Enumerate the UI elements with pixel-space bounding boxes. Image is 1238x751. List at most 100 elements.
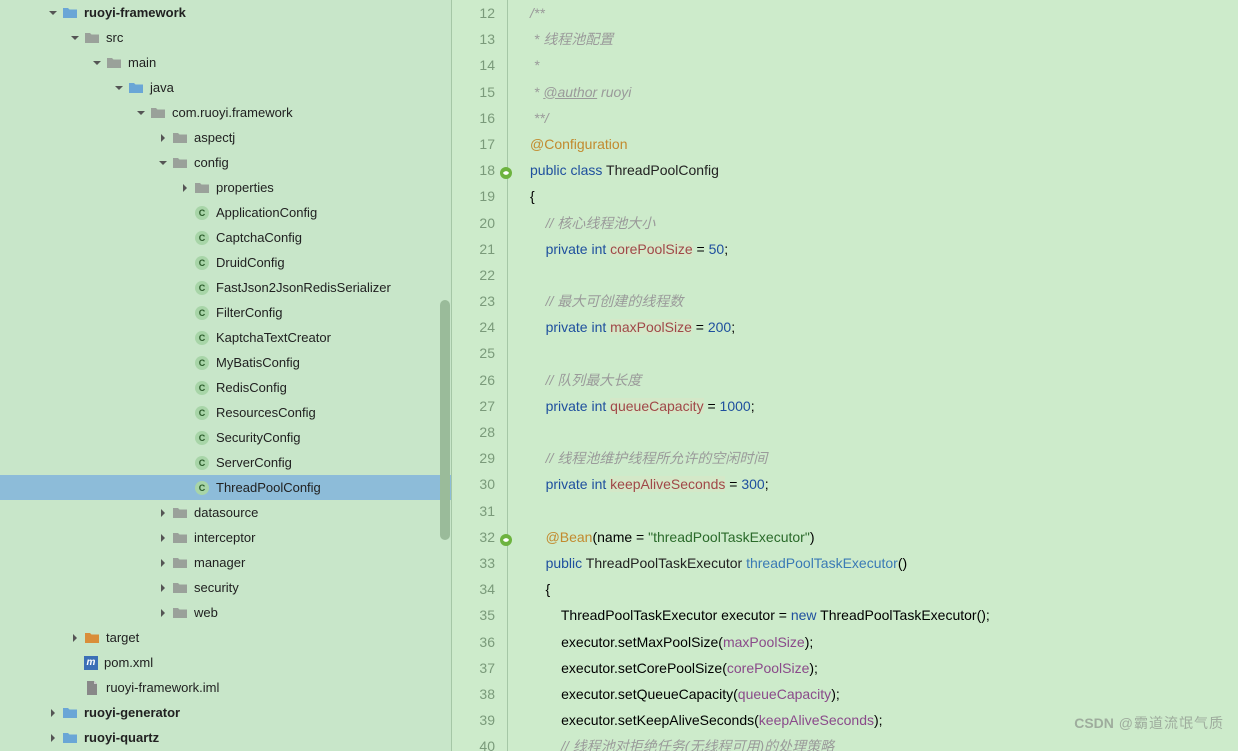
chevron-icon[interactable]: [154, 129, 172, 147]
chevron-icon[interactable]: [88, 54, 106, 72]
tree-item[interactable]: CFilterConfig: [0, 300, 451, 325]
chevron-icon[interactable]: [176, 479, 194, 497]
chevron-icon[interactable]: [176, 454, 194, 472]
tree-item[interactable]: CResourcesConfig: [0, 400, 451, 425]
code-line[interactable]: // 核心线程池大小: [530, 210, 1238, 236]
tree-item[interactable]: java: [0, 75, 451, 100]
code-line[interactable]: {: [530, 183, 1238, 209]
spring-bean-icon[interactable]: [499, 529, 513, 543]
chevron-icon[interactable]: [176, 429, 194, 447]
line-number: 34: [452, 576, 495, 602]
chevron-icon[interactable]: [154, 504, 172, 522]
code-line[interactable]: *: [530, 52, 1238, 78]
code-line[interactable]: private int corePoolSize = 50;: [530, 236, 1238, 262]
folder-icon: [194, 180, 210, 196]
line-number: 29: [452, 445, 495, 471]
chevron-icon[interactable]: [176, 254, 194, 272]
tree-item[interactable]: CCaptchaConfig: [0, 225, 451, 250]
code-line[interactable]: * @author ruoyi: [530, 79, 1238, 105]
code-line[interactable]: @Bean(name = "threadPoolTaskExecutor"): [530, 524, 1238, 550]
chevron-icon[interactable]: [176, 329, 194, 347]
code-line[interactable]: private int maxPoolSize = 200;: [530, 314, 1238, 340]
code-line[interactable]: ThreadPoolTaskExecutor executor = new Th…: [530, 602, 1238, 628]
tree-item[interactable]: datasource: [0, 500, 451, 525]
chevron-icon[interactable]: [176, 304, 194, 322]
chevron-icon[interactable]: [44, 704, 62, 722]
chevron-icon[interactable]: [154, 579, 172, 597]
code-line[interactable]: public class ThreadPoolConfig: [530, 157, 1238, 183]
tree-item[interactable]: com.ruoyi.framework: [0, 100, 451, 125]
tree-item[interactable]: CRedisConfig: [0, 375, 451, 400]
tree-item[interactable]: interceptor: [0, 525, 451, 550]
tree-item[interactable]: ruoyi-framework.iml: [0, 675, 451, 700]
code-line[interactable]: // 队列最大长度: [530, 367, 1238, 393]
code-line[interactable]: /**: [530, 0, 1238, 26]
chevron-icon[interactable]: [44, 729, 62, 747]
tree-item[interactable]: CServerConfig: [0, 450, 451, 475]
code-line[interactable]: [530, 262, 1238, 288]
chevron-icon[interactable]: [154, 529, 172, 547]
chevron-icon[interactable]: [44, 4, 62, 22]
chevron-icon[interactable]: [110, 79, 128, 97]
chevron-icon[interactable]: [154, 554, 172, 572]
chevron-icon[interactable]: [176, 179, 194, 197]
tree-item[interactable]: aspectj: [0, 125, 451, 150]
tree-item[interactable]: main: [0, 50, 451, 75]
chevron-icon[interactable]: [154, 604, 172, 622]
chevron-icon[interactable]: [176, 229, 194, 247]
tree-item[interactable]: CDruidConfig: [0, 250, 451, 275]
chevron-icon[interactable]: [66, 679, 84, 697]
chevron-icon[interactable]: [176, 279, 194, 297]
code-line[interactable]: * 线程池配置: [530, 26, 1238, 52]
code-line[interactable]: // 线程池维护线程所允许的空闲时间: [530, 445, 1238, 471]
tree-item[interactable]: CFastJson2JsonRedisSerializer: [0, 275, 451, 300]
code-area[interactable]: /** * 线程池配置 * * @author ruoyi **/@Config…: [508, 0, 1238, 751]
chevron-icon[interactable]: [66, 29, 84, 47]
code-line[interactable]: private int keepAliveSeconds = 300;: [530, 471, 1238, 497]
chevron-icon[interactable]: [176, 354, 194, 372]
code-line[interactable]: executor.setMaxPoolSize(maxPoolSize);: [530, 629, 1238, 655]
tree-item[interactable]: config: [0, 150, 451, 175]
code-line[interactable]: executor.setQueueCapacity(queueCapacity)…: [530, 681, 1238, 707]
tree-item[interactable]: CKaptchaTextCreator: [0, 325, 451, 350]
spring-bean-icon[interactable]: [499, 162, 513, 176]
chevron-icon[interactable]: [154, 154, 172, 172]
tree-item[interactable]: ruoyi-quartz: [0, 725, 451, 750]
code-line[interactable]: [530, 419, 1238, 445]
code-editor[interactable]: 1213141516171819202122232425262728293031…: [452, 0, 1238, 751]
chevron-icon[interactable]: [176, 379, 194, 397]
tree-item[interactable]: CMyBatisConfig: [0, 350, 451, 375]
tree-item[interactable]: ruoyi-framework: [0, 0, 451, 25]
chevron-icon[interactable]: [176, 204, 194, 222]
project-tree[interactable]: ruoyi-frameworksrcmainjavacom.ruoyi.fram…: [0, 0, 452, 751]
code-line[interactable]: private int queueCapacity = 1000;: [530, 393, 1238, 419]
tree-item[interactable]: CThreadPoolConfig: [0, 475, 451, 500]
tree-item-label: CaptchaConfig: [216, 230, 302, 245]
code-line[interactable]: executor.setCorePoolSize(corePoolSize);: [530, 655, 1238, 681]
tree-item[interactable]: properties: [0, 175, 451, 200]
tree-item[interactable]: CSecurityConfig: [0, 425, 451, 450]
code-line[interactable]: [530, 340, 1238, 366]
code-line[interactable]: executor.setKeepAliveSeconds(keepAliveSe…: [530, 707, 1238, 733]
code-line[interactable]: public ThreadPoolTaskExecutor threadPool…: [530, 550, 1238, 576]
chevron-icon[interactable]: [132, 104, 150, 122]
code-line[interactable]: {: [530, 576, 1238, 602]
tree-item[interactable]: target: [0, 625, 451, 650]
tree-item[interactable]: CApplicationConfig: [0, 200, 451, 225]
code-line[interactable]: // 线程池对拒绝任务(无线程可用)的处理策略: [530, 733, 1238, 751]
chevron-icon[interactable]: [66, 629, 84, 647]
code-line[interactable]: **/: [530, 105, 1238, 131]
tree-item[interactable]: mpom.xml: [0, 650, 451, 675]
tree-item[interactable]: src: [0, 25, 451, 50]
tree-item-label: interceptor: [194, 530, 255, 545]
chevron-icon[interactable]: [176, 404, 194, 422]
code-line[interactable]: // 最大可创建的线程数: [530, 288, 1238, 314]
chevron-icon[interactable]: [66, 654, 84, 672]
code-line[interactable]: [530, 498, 1238, 524]
tree-item[interactable]: ruoyi-generator: [0, 700, 451, 725]
tree-item[interactable]: web: [0, 600, 451, 625]
tree-item[interactable]: manager: [0, 550, 451, 575]
tree-item[interactable]: security: [0, 575, 451, 600]
code-line[interactable]: @Configuration: [530, 131, 1238, 157]
tree-scrollbar[interactable]: [440, 300, 450, 540]
